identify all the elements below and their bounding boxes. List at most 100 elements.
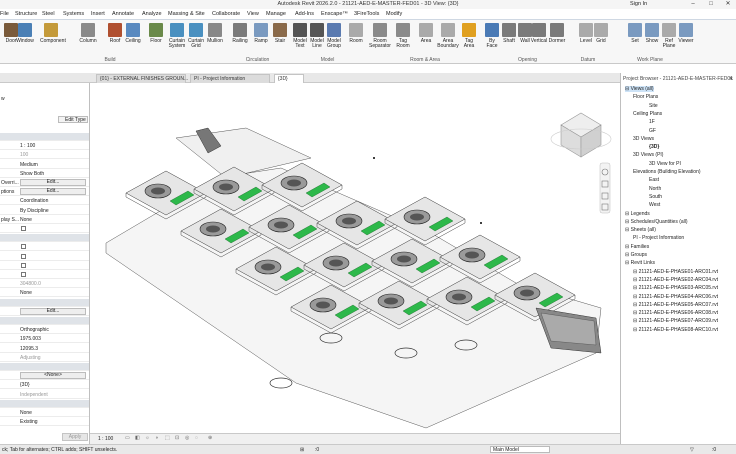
ceiling-button[interactable]: Ceiling — [122, 22, 144, 56]
minimize-icon[interactable]: – — [686, 0, 700, 9]
close-icon[interactable]: ✕ — [721, 0, 735, 9]
browser-tree-item[interactable]: ⊟ Legends — [625, 211, 650, 217]
property-section-header[interactable] — [0, 317, 89, 325]
property-value[interactable]: Medium — [20, 162, 38, 168]
crop-view-icon[interactable]: ⬚ — [165, 435, 170, 441]
floor-button[interactable]: Floor — [145, 22, 167, 56]
browser-tree-item[interactable]: 1F — [649, 119, 655, 125]
temporary-hide-icon[interactable]: ◎ — [185, 435, 189, 441]
browser-tree-item[interactable]: PI - Project Information — [633, 235, 684, 241]
browser-tree-item[interactable]: GF — [649, 128, 656, 134]
browser-tree-item[interactable]: Elevations (Building Elevation) — [633, 169, 701, 175]
shadows-icon[interactable]: ◑ — [155, 435, 158, 441]
tab-view[interactable]: View — [247, 11, 259, 17]
property-value[interactable]: 304800.0 — [20, 281, 41, 287]
revit-link-item[interactable]: ⊟ 21121-AED-E-PHASE01-ARC01.rvt — [633, 269, 718, 275]
analytical-model-icon[interactable]: ⊕ — [208, 435, 212, 441]
property-edit-button[interactable]: Edit... — [20, 188, 86, 196]
apply-button[interactable]: Apply — [62, 433, 88, 441]
tab-external-finishes[interactable]: {01} - EXTERNAL FINISHES GROUN... — [96, 74, 188, 83]
property-value[interactable]: None — [20, 217, 32, 223]
property-value[interactable]: Independent — [20, 392, 48, 398]
browser-tree-item[interactable]: North — [649, 186, 661, 192]
tag-room-button[interactable]: Tag Room — [392, 22, 414, 56]
property-value[interactable]: 1975.003 — [20, 336, 41, 342]
tab-modify[interactable]: Modify — [386, 11, 402, 17]
tab-systems[interactable]: Systems — [63, 11, 84, 17]
viewer-button[interactable]: Viewer — [675, 22, 697, 56]
property-section-header[interactable] — [0, 363, 89, 371]
property-checkbox[interactable] — [21, 226, 26, 231]
property-value[interactable]: Adjusting — [20, 355, 41, 361]
grid-button[interactable]: Grid — [590, 22, 612, 56]
property-edit-button[interactable]: Edit... — [20, 307, 86, 315]
property-value[interactable]: None — [20, 290, 32, 296]
tab-manage[interactable]: Manage — [266, 11, 286, 17]
revit-link-item[interactable]: ⊟ 21121-AED-E-PHASE04-ARC06.rvt — [633, 294, 718, 300]
tab-file[interactable]: File — [0, 11, 9, 17]
window-button[interactable]: Window — [14, 22, 36, 56]
property-checkbox[interactable] — [21, 262, 26, 268]
tag-area-button[interactable]: Tag Area — [458, 22, 480, 56]
tab-3d-view[interactable]: {3D} — [274, 74, 304, 83]
browser-tree-item[interactable]: 3D Views (PI) — [633, 152, 663, 158]
property-section-header[interactable] — [0, 298, 89, 307]
viewcube-icon[interactable] — [550, 112, 612, 158]
property-value[interactable]: Existing — [20, 419, 38, 425]
maximize-icon[interactable]: □ — [704, 0, 718, 9]
property-edit-button[interactable]: Edit... — [20, 179, 86, 186]
column-button[interactable]: Column — [77, 22, 99, 56]
property-value[interactable]: By Discipline — [20, 208, 49, 214]
reveal-hidden-icon[interactable]: ◌ — [195, 435, 198, 441]
browser-tree-item[interactable]: ⊟ Sheets (all) — [625, 227, 656, 233]
property-checkbox[interactable] — [21, 272, 26, 277]
property-value[interactable]: 1 : 100 — [20, 143, 35, 149]
sun-path-icon[interactable]: ☼ — [145, 435, 150, 441]
browser-tree-item[interactable]: ⊟ Groups — [625, 252, 647, 258]
browser-tree-item[interactable]: 3D Views — [633, 136, 654, 142]
browser-tree-item[interactable]: South — [649, 194, 662, 200]
property-section-header[interactable] — [0, 399, 89, 408]
browser-tree-item[interactable]: East — [649, 177, 659, 183]
edit-type-button[interactable]: Edit Type — [58, 116, 88, 123]
area-button[interactable]: Area — [415, 22, 437, 56]
revit-link-item[interactable]: ⊟ 21121-AED-E-PHASE03-ARC05.rvt — [633, 285, 718, 291]
scale-selector[interactable]: 1 : 100 — [98, 436, 113, 442]
property-checkbox[interactable] — [21, 253, 26, 259]
close-icon[interactable]: ✕ — [729, 76, 733, 82]
property-value[interactable]: Coordination — [20, 198, 48, 204]
sign-in-link[interactable]: Sign In — [630, 1, 647, 7]
property-value[interactable]: 12095.3 — [20, 346, 38, 352]
railing-button[interactable]: Railing — [229, 22, 251, 56]
tab-add-ins[interactable]: Add-Ins — [295, 11, 314, 17]
tab-annotate[interactable]: Annotate — [112, 11, 134, 17]
tab-project-information[interactable]: PI - Project Information — [190, 74, 270, 83]
area-boundary-button[interactable]: Area Boundary — [437, 22, 459, 56]
property-section-header[interactable] — [0, 133, 89, 141]
tab-enscape[interactable]: Enscape™ — [321, 11, 348, 17]
revit-link-item[interactable]: ⊟ 21121-AED-E-PHASE05-ARC07.rvt — [633, 302, 718, 308]
browser-tree-item[interactable]: {3D} — [649, 144, 659, 150]
stair-button[interactable]: Stair — [269, 22, 291, 56]
browser-tree-item[interactable]: Site — [649, 103, 658, 109]
browser-tree-item[interactable]: Floor Plans — [633, 94, 658, 100]
browser-tree-item[interactable]: Ceiling Plans — [633, 111, 662, 117]
property-value[interactable]: {3D} — [20, 382, 30, 388]
selection-filter-icon[interactable]: ▽ — [690, 447, 694, 453]
dormer-button[interactable]: Dormer — [546, 22, 568, 56]
navigation-bar[interactable] — [599, 162, 611, 214]
browser-tree-item[interactable]: ⊟ Schedules/Quantities (all) — [625, 219, 688, 225]
detail-level-icon[interactable]: ▭ — [125, 435, 130, 441]
property-value[interactable]: None — [20, 410, 32, 416]
browser-tree-item[interactable]: ⊟ Families — [625, 244, 649, 250]
property-section-header[interactable] — [0, 234, 89, 243]
property-value[interactable]: 100 — [20, 152, 28, 158]
tab-collaborate[interactable]: Collaborate — [212, 11, 240, 17]
model-group-button[interactable]: Model Group — [323, 22, 345, 56]
browser-tree-item[interactable]: ⊟ Revit Links — [625, 260, 655, 266]
property-edit-button[interactable]: <None> — [20, 372, 86, 380]
property-value[interactable]: Orthographic — [20, 327, 49, 333]
component-button[interactable]: Component — [40, 22, 66, 56]
revit-link-item[interactable]: ⊟ 21121-AED-E-PHASE02-ARC04.rvt — [633, 277, 718, 283]
property-value[interactable]: Show Both — [20, 171, 44, 177]
